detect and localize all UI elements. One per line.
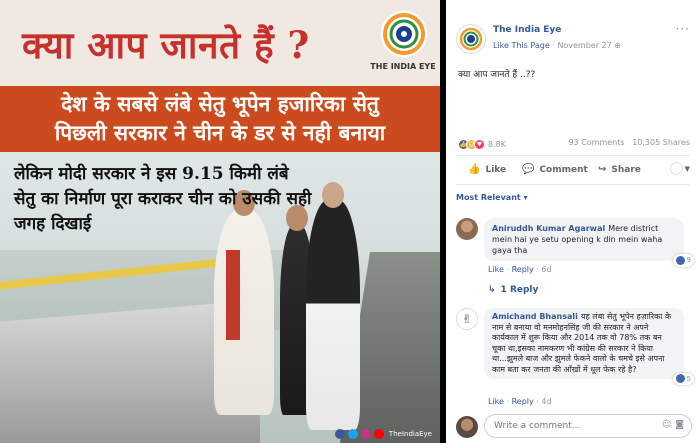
comment-text: यह लंबा सेतु भूपेन हज़ारिका के नाम से बन…: [492, 312, 672, 374]
view-replies-label: 1 Reply: [500, 285, 539, 295]
comment-actions: Like · Reply · 6d: [488, 265, 552, 274]
current-user-avatar: [456, 416, 478, 438]
post-stats: 93 Comments 10,305 Shares: [568, 138, 690, 147]
social-footer: TheIndiaEye: [334, 429, 432, 439]
view-replies-link[interactable]: ↳ 1 Reply: [488, 285, 538, 295]
twitter-icon: [347, 429, 358, 439]
comment-reaction-number: 9: [686, 256, 691, 264]
page-mini-avatar: [669, 162, 683, 175]
meta-separator: ·: [552, 41, 555, 50]
comment-button[interactable]: 💬 Comment: [522, 164, 588, 175]
globe-icon: ⊕: [614, 41, 621, 50]
comment-like-link[interactable]: Like: [488, 265, 504, 274]
like-page-link[interactable]: Like This Page: [493, 41, 550, 50]
comment-item: ✌ Amichand Bhansali यह लंबा सेतु भूपेन हज…: [456, 308, 694, 396]
more-options-icon[interactable]: ···: [676, 22, 690, 36]
reply-arrow-icon: ↳: [488, 285, 496, 295]
commenter-avatar[interactable]: [456, 218, 478, 240]
comment-actions: Like · Reply · 4d: [488, 397, 552, 406]
instagram-icon: [360, 429, 371, 439]
post-as-selector[interactable]: ▼: [669, 162, 690, 175]
image-headline: क्या आप जानते हैं ?: [22, 23, 310, 67]
facebook-icon: [334, 429, 345, 439]
reaction-count: 8.8K: [488, 139, 506, 149]
like-button[interactable]: 👍 Like: [468, 164, 506, 175]
divider: [456, 155, 690, 156]
comment-age: 4d: [541, 397, 552, 406]
chevron-down-icon: ▼: [684, 164, 690, 173]
comment-item: Aniruddh Kumar Agarwal Mere district mein…: [456, 218, 694, 267]
youtube-icon: [373, 429, 384, 439]
india-eye-logo-icon: [459, 27, 483, 51]
write-comment-bar: ☺ ◙: [456, 414, 692, 438]
comment-icon: 💬: [522, 164, 535, 175]
like-reaction-icon: [675, 374, 685, 384]
shares-count[interactable]: 10,305 Shares: [632, 138, 690, 147]
comment-like-link[interactable]: Like: [488, 397, 504, 406]
comment-author[interactable]: Aniruddh Kumar Agarwal: [492, 224, 605, 233]
comment-label: Comment: [539, 164, 588, 175]
comment-reaction-count[interactable]: 5: [672, 372, 694, 385]
image-body-text: लेकिन मोदी सरकार ने इस 9.15 किमी लंबे से…: [14, 164, 312, 234]
india-eye-logo: [379, 9, 429, 59]
post-date[interactable]: November 27: [557, 41, 611, 50]
logo-text: THE INDIA EYE: [370, 62, 436, 71]
person-in-white-kurta: [214, 210, 274, 415]
comment-bubble: Aniruddh Kumar Agarwal Mere district mein…: [484, 218, 694, 267]
comment-sort-dropdown[interactable]: Most Relevant ▾: [456, 193, 528, 202]
comments-count[interactable]: 93 Comments: [568, 138, 624, 147]
like-label: Like: [485, 164, 507, 175]
thumbs-up-icon: 👍: [468, 164, 481, 175]
person-head: [322, 182, 344, 208]
like-reaction-icon: [675, 256, 685, 265]
post-meta: Like This Page · November 27 ⊕: [493, 41, 621, 50]
comment-input-icons: ☺ ◙: [662, 420, 684, 430]
write-comment-input[interactable]: [484, 414, 692, 438]
footer-handle: TheIndiaEye: [388, 430, 432, 438]
share-button[interactable]: ↪ Share: [598, 164, 641, 175]
red-line-2: पिछली सरकार ने चीन के डर से नही बनाया: [54, 120, 386, 145]
comment-reply-link[interactable]: Reply: [512, 397, 534, 406]
comment-reaction-number: 5: [686, 374, 691, 383]
comment-age: 6d: [541, 265, 552, 274]
post-text: क्या आप जानते हैं ..??: [458, 70, 536, 80]
divider: [456, 184, 690, 185]
emoji-icon[interactable]: ☺: [662, 420, 671, 430]
comment-author[interactable]: Amichand Bhansali: [492, 312, 578, 321]
page-name-link[interactable]: The India Eye: [493, 25, 561, 35]
love-reaction-icon: ♥: [474, 138, 485, 150]
comment-bubble: Amichand Bhansali यह लंबा सेतु भूपेन हज़ा…: [484, 308, 694, 385]
post-sidebar: The India Eye Like This Page · November …: [446, 0, 700, 443]
post-image[interactable]: क्या आप जानते हैं ? THE INDIA EYE देश के…: [0, 0, 440, 443]
reaction-summary[interactable]: 👍 ☺ ♥ 8.8K: [458, 138, 506, 150]
share-label: Share: [611, 164, 641, 175]
person-in-black-vest: [306, 200, 360, 430]
red-line-1: देश के सबसे लंबे सेतु भूपेन हजारिका सेतु: [61, 91, 379, 116]
commenter-avatar[interactable]: ✌: [456, 308, 478, 330]
comment-reply-link[interactable]: Reply: [512, 265, 534, 274]
comment-reaction-count[interactable]: 9: [672, 254, 694, 267]
share-icon: ↪: [598, 164, 607, 175]
page-avatar[interactable]: [456, 24, 486, 54]
camera-icon[interactable]: ◙: [675, 420, 684, 430]
